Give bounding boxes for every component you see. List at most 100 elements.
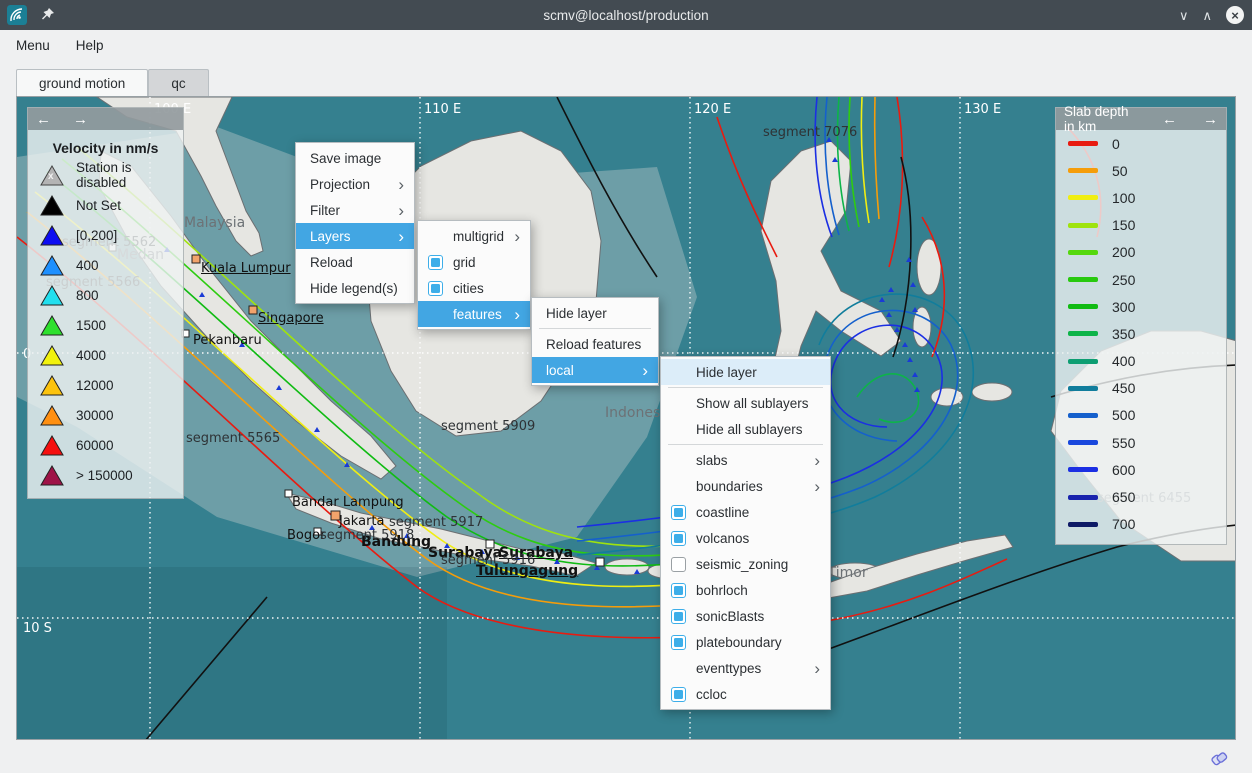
submenu-arrow-icon: › [634,362,648,379]
drag-mode-icon[interactable] [1208,747,1230,769]
close-button[interactable]: × [1226,6,1244,24]
menu-item-slabs[interactable]: slabs› [661,447,830,473]
depth-line-swatch [1068,495,1098,500]
menu-item-local[interactable]: local› [532,357,658,383]
menu-item-projection[interactable]: Projection› [296,171,414,197]
menu-item-layers[interactable]: Layers› [296,223,414,249]
checkbox-checked[interactable] [671,687,686,702]
legend-item: 550 [1056,429,1226,456]
menu-item-hide-legends[interactable]: Hide legend(s) [296,275,414,301]
legend-item: 0 [1056,130,1226,157]
menu-item-filter[interactable]: Filter› [296,197,414,223]
menu-item-hide-all-sublayers[interactable]: Hide all sublayers [661,416,830,442]
legend-item: 700 [1056,511,1226,538]
menu-item-save-image[interactable]: Save image [296,145,414,171]
legend-item: 400 [1056,348,1226,375]
map-label-kuala-lumpur: Kuala Lumpur [201,261,291,276]
legend-item: > 150000 [28,460,183,490]
map-label-segment-5916: segment 5916 [441,553,535,568]
legend-item: 350 [1056,320,1226,347]
map-context-menu: Save image Projection› Filter› Layers› R… [295,142,415,304]
submenu-arrow-icon: › [390,202,404,219]
legend-item: 800 [28,280,183,310]
legend-item: 12000 [28,370,183,400]
slab-legend-title: Slab depth in km [1064,104,1140,134]
checkbox-checked[interactable] [428,281,443,296]
velocity-legend: ← → Velocity in nm/s x Station is disabl… [27,107,184,499]
menu-item-eventtypes[interactable]: eventtypes› [661,655,830,681]
checkbox-checked[interactable] [671,531,686,546]
checkbox-checked[interactable] [671,635,686,650]
map-label-malaysia: Malaysia [184,215,245,231]
menu-item-boundaries[interactable]: boundaries› [661,473,830,499]
menu-item-sonicblasts[interactable]: sonicBlasts [661,603,830,629]
menu-item-reload[interactable]: Reload [296,249,414,275]
menu-item-grid[interactable]: grid [418,249,530,275]
legend-item: 200 [1056,239,1226,266]
legend-item: 60000 [28,430,183,460]
legend-item: 650 [1056,483,1226,510]
station-triangle-icon [40,405,64,426]
depth-line-swatch [1068,331,1098,336]
legend-prev-arrow-icon[interactable]: ← [1162,112,1177,127]
maximize-button[interactable]: ∧ [1202,9,1212,22]
legend-item: 150 [1056,212,1226,239]
menu-item-cities[interactable]: cities [418,275,530,301]
checkbox-checked[interactable] [671,583,686,598]
tab-qc[interactable]: qc [148,69,208,96]
submenu-arrow-icon: › [806,660,820,677]
menu-item-plateboundary[interactable]: plateboundary [661,629,830,655]
depth-line-swatch [1068,250,1098,255]
legend-next-arrow-icon[interactable]: → [1203,112,1218,127]
depth-line-swatch [1068,522,1098,527]
station-triangle-icon [40,315,64,336]
map-label-bandar-lampung: Bandar Lampung [292,495,404,510]
window-title: scmv@localhost/production [0,8,1252,23]
menu-separator [668,387,823,388]
lat-label-10s: 10 S [23,621,52,636]
depth-line-swatch [1068,386,1098,391]
menu-item-menu[interactable]: Menu [16,38,50,53]
submenu-arrow-icon: › [806,478,820,495]
menu-item-ccloc[interactable]: ccloc [661,681,830,707]
depth-line-swatch [1068,440,1098,445]
depth-line-swatch [1068,195,1098,200]
legend-next-arrow-icon[interactable]: → [73,112,88,127]
menu-item-help[interactable]: Help [76,38,104,53]
map-label-singapore: Singapore [258,311,324,326]
menu-item-reload-features[interactable]: Reload features [532,331,658,357]
layers-submenu: multigrid› grid cities features› [417,220,531,330]
legend-prev-arrow-icon[interactable]: ← [36,112,51,127]
map-label-jakarta: Jakarta [339,514,384,529]
checkbox-checked[interactable] [671,505,686,520]
menu-item-multigrid[interactable]: multigrid› [418,223,530,249]
menu-item-features[interactable]: features› [418,301,530,327]
station-triangle-icon [40,345,64,366]
checkbox-checked[interactable] [428,255,443,270]
tab-ground-motion[interactable]: ground motion [16,69,148,96]
checkbox-checked[interactable] [671,609,686,624]
legend-item: 30000 [28,400,183,430]
titlebar: scmv@localhost/production ∨ ∧ × [0,0,1252,30]
menu-item-volcanos[interactable]: volcanos [661,525,830,551]
station-triangle-icon [40,225,64,246]
legend-item: [0,200] [28,220,183,250]
menu-item-seismic-zoning[interactable]: seismic_zoning [661,551,830,577]
menu-item-coastline[interactable]: coastline [661,499,830,525]
map-label-segment-5918: segment 5918 [320,528,414,543]
submenu-arrow-icon: › [390,176,404,193]
menu-item-bohrloch[interactable]: bohrloch [661,577,830,603]
station-disabled-triangle-icon: x [40,165,64,186]
station-triangle-icon [40,375,64,396]
legend-item: 400 [28,250,183,280]
station-triangle-icon [40,435,64,456]
map-canvas[interactable]: 100 E 110 E 120 E 130 E 0 10 S Malaysia … [16,96,1236,740]
menu-item-hide-layer[interactable]: Hide layer [661,359,830,385]
menu-item-hide-layer[interactable]: Hide layer [532,300,658,326]
menu-item-show-all-sublayers[interactable]: Show all sublayers [661,390,830,416]
checkbox-unchecked[interactable] [671,557,686,572]
minimize-button[interactable]: ∨ [1179,9,1189,22]
depth-line-swatch [1068,141,1098,146]
legend-item: 250 [1056,266,1226,293]
tab-bar: ground motion qc [16,69,209,96]
